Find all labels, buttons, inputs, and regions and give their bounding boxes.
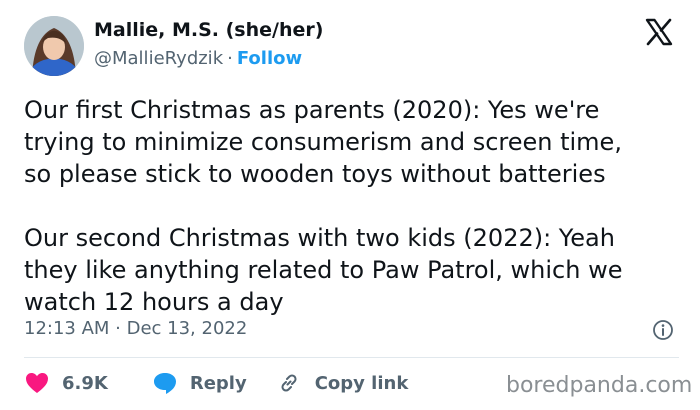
heart-icon bbox=[26, 373, 48, 393]
copy-link-label: Copy link bbox=[314, 372, 409, 394]
watermark: boredpanda.com bbox=[506, 373, 693, 398]
copy-link-button[interactable]: Copy link bbox=[277, 371, 409, 395]
tweet-text: Our first Christmas as parents (2020): Y… bbox=[24, 96, 623, 316]
reply-button[interactable]: Reply bbox=[152, 371, 247, 395]
author-handle[interactable]: @MallieRydzik bbox=[94, 48, 223, 69]
reply-label: Reply bbox=[189, 372, 247, 394]
follow-button[interactable]: Follow bbox=[237, 48, 302, 69]
author-display-name[interactable]: Mallie, M.S. (she/her) bbox=[94, 19, 323, 41]
like-count: 6.9K bbox=[62, 372, 108, 394]
author-handle-row: @MallieRydzik · Follow bbox=[94, 48, 302, 69]
info-icon[interactable] bbox=[652, 319, 674, 341]
divider bbox=[24, 357, 679, 358]
link-icon bbox=[281, 374, 297, 392]
like-button[interactable]: 6.9K bbox=[24, 371, 108, 395]
tweet-timestamp[interactable]: 12:13 AM · Dec 13, 2022 bbox=[24, 318, 247, 339]
separator-dot: · bbox=[227, 48, 233, 69]
x-logo-icon[interactable] bbox=[644, 17, 674, 47]
avatar[interactable] bbox=[24, 16, 84, 76]
reply-bubble-icon bbox=[153, 373, 176, 394]
action-bar: 6.9K Reply Copy link bbox=[24, 368, 408, 398]
